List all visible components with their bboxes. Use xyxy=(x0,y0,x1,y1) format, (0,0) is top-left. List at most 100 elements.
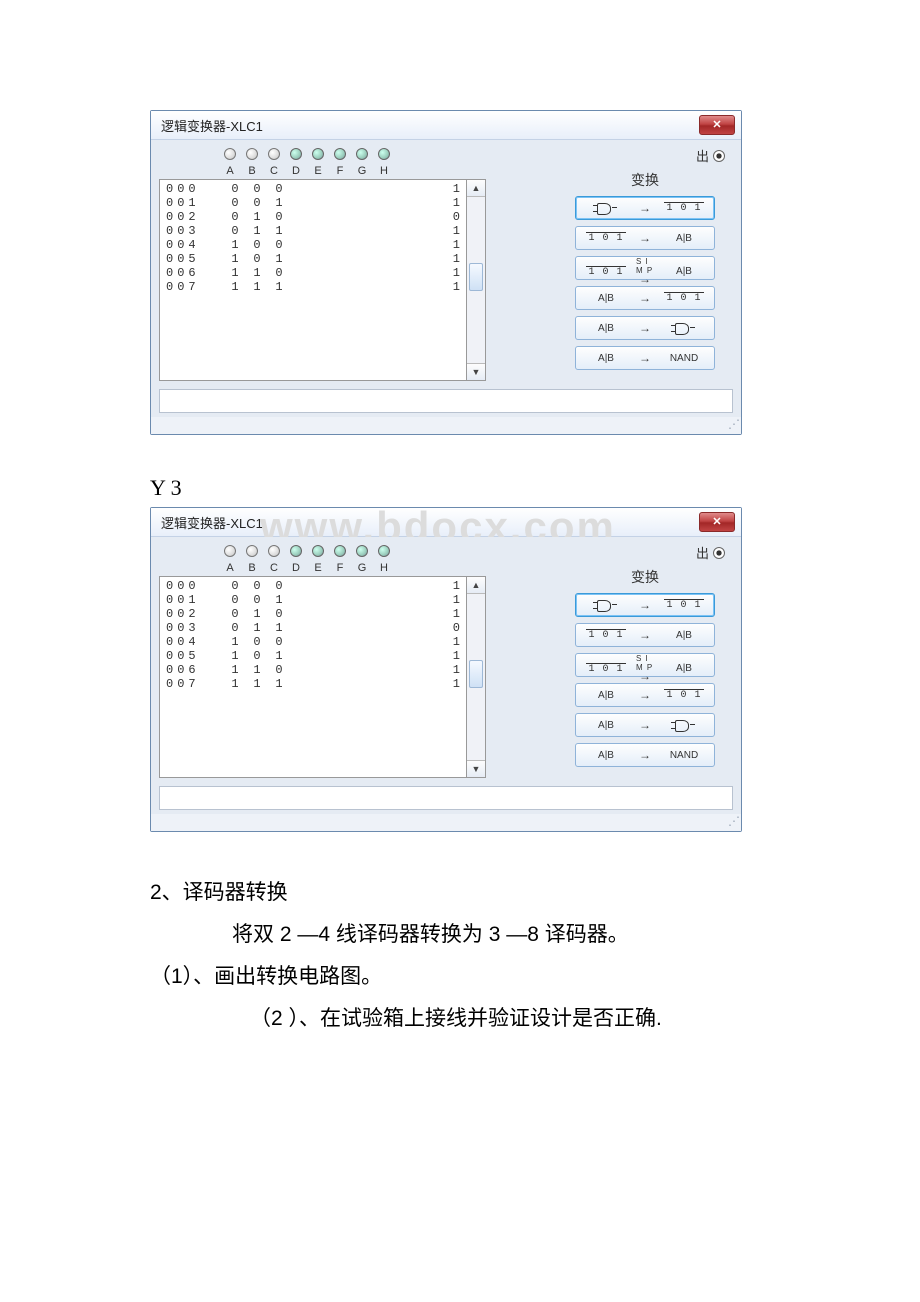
input-led-c[interactable] xyxy=(268,148,280,160)
column-header-b: B xyxy=(241,165,263,177)
input-led-b[interactable] xyxy=(246,148,258,160)
row-index: 000 xyxy=(166,182,220,196)
row-output: 1 xyxy=(436,663,466,677)
truth-table-icon: 1 0 1 xyxy=(586,629,625,641)
ab-to-gate-button[interactable]: A|B→ xyxy=(575,713,715,737)
row-output: 1 xyxy=(436,579,466,593)
output-led xyxy=(713,547,725,559)
output-label: 出 xyxy=(696,543,725,562)
input-led-f[interactable] xyxy=(334,148,346,160)
scroll-track[interactable] xyxy=(467,594,485,760)
resize-grip[interactable]: ⋰ xyxy=(151,814,741,831)
titlebar[interactable]: 逻辑变换器-XLC1 ✕ xyxy=(151,508,741,537)
output-label: 出 xyxy=(696,146,725,165)
table-row: 100 xyxy=(224,238,436,252)
row-index-column: 000001002003004005006007 xyxy=(159,179,224,381)
expression-icon: A|B xyxy=(598,690,614,701)
column-header-h: H xyxy=(373,165,395,177)
column-header-b: B xyxy=(241,562,263,574)
input-led-e[interactable] xyxy=(312,545,324,557)
body-line-2: 将双 2 —4 线译码器转换为 3 —8 译码器。 xyxy=(150,914,770,956)
column-header-c: C xyxy=(263,165,285,177)
input-led-a[interactable] xyxy=(224,545,236,557)
output-led xyxy=(713,150,725,162)
truth-table-icon: 1 0 1 xyxy=(664,599,703,611)
ab-to-gate-button[interactable]: A|B→ xyxy=(575,316,715,340)
resize-grip[interactable]: ⋰ xyxy=(151,417,741,434)
row-output: 0 xyxy=(436,621,466,635)
expression-icon: A|B xyxy=(676,233,692,244)
input-led-h[interactable] xyxy=(378,148,390,160)
close-button[interactable]: ✕ xyxy=(699,115,735,135)
scroll-thumb[interactable] xyxy=(469,660,483,688)
truth-table-icon: 1 0 1 xyxy=(586,232,625,244)
column-header-e: E xyxy=(307,562,329,574)
row-index: 004 xyxy=(166,635,220,649)
truth-simp-ab-button[interactable]: 1 0 1S I M P→A|B xyxy=(575,256,715,280)
row-index: 005 xyxy=(166,649,220,663)
table-row: 000 xyxy=(224,182,436,196)
expression-icon: A|B xyxy=(676,663,692,674)
input-led-g[interactable] xyxy=(356,545,368,557)
input-led-a[interactable] xyxy=(224,148,236,160)
truth-table-icon: 1 0 1 xyxy=(586,663,625,675)
truth-to-ab-button[interactable]: 1 0 1→A|B xyxy=(575,226,715,250)
titlebar-text: 逻辑变换器-XLC1 xyxy=(161,116,699,135)
row-index-column: 000001002003004005006007 xyxy=(159,576,224,778)
row-index: 006 xyxy=(166,663,220,677)
gate-icon xyxy=(673,719,695,731)
nand-label: NAND xyxy=(670,353,698,364)
input-led-b[interactable] xyxy=(246,545,258,557)
scroll-up-arrow[interactable]: ▲ xyxy=(467,180,485,197)
input-led-e[interactable] xyxy=(312,148,324,160)
input-led-h[interactable] xyxy=(378,545,390,557)
input-led-d[interactable] xyxy=(290,545,302,557)
input-leds-row xyxy=(159,148,537,163)
data-columns: 000001010011100101110111 xyxy=(224,576,436,778)
input-led-d[interactable] xyxy=(290,148,302,160)
tt-to-truth-button[interactable]: →1 0 1 xyxy=(575,593,715,617)
section-label-y3: Y 3 xyxy=(150,475,770,501)
input-led-g[interactable] xyxy=(356,148,368,160)
expression-icon: A|B xyxy=(598,293,614,304)
input-led-f[interactable] xyxy=(334,545,346,557)
scroll-thumb[interactable] xyxy=(469,263,483,291)
body-line-3: （1）、画出转换电路图。 xyxy=(150,956,770,998)
expression-icon: A|B xyxy=(598,720,614,731)
expression-input[interactable] xyxy=(159,389,733,413)
scrollbar[interactable]: ▲ ▼ xyxy=(467,576,486,778)
ab-to-nand-button[interactable]: A|B→NAND xyxy=(575,743,715,767)
scroll-down-arrow[interactable]: ▼ xyxy=(467,363,485,380)
column-header-f: F xyxy=(329,562,351,574)
row-index: 001 xyxy=(166,593,220,607)
column-header-e: E xyxy=(307,165,329,177)
ab-to-truth-button[interactable]: A|B→1 0 1 xyxy=(575,683,715,707)
scroll-up-arrow[interactable]: ▲ xyxy=(467,577,485,594)
row-index: 003 xyxy=(166,224,220,238)
truth-table-icon: 1 0 1 xyxy=(586,266,625,278)
titlebar[interactable]: 逻辑变换器-XLC1 ✕ xyxy=(151,111,741,140)
truth-simp-ab-button[interactable]: 1 0 1S I M P→A|B xyxy=(575,653,715,677)
truth-table-icon: 1 0 1 xyxy=(664,292,703,304)
expression-icon: A|B xyxy=(598,353,614,364)
scroll-down-arrow[interactable]: ▼ xyxy=(467,760,485,777)
input-led-c[interactable] xyxy=(268,545,280,557)
expression-input[interactable] xyxy=(159,786,733,810)
table-row: 110 xyxy=(224,266,436,280)
ab-to-nand-button[interactable]: A|B→NAND xyxy=(575,346,715,370)
column-header-c: C xyxy=(263,562,285,574)
scroll-track[interactable] xyxy=(467,197,485,363)
body-line-4: （2 ）、在试验箱上接线并验证设计是否正确. xyxy=(150,998,770,1040)
truth-table-icon: 1 0 1 xyxy=(664,689,703,701)
tt-to-truth-button[interactable]: →1 0 1 xyxy=(575,196,715,220)
truth-to-ab-button[interactable]: 1 0 1→A|B xyxy=(575,623,715,647)
close-button[interactable]: ✕ xyxy=(699,512,735,532)
row-output: 1 xyxy=(436,649,466,663)
table-row: 001 xyxy=(224,593,436,607)
scrollbar[interactable]: ▲ ▼ xyxy=(467,179,486,381)
logic-converter-dialog: 逻辑变换器-XLC1 ✕ ABCDEFGH 000001002003004005… xyxy=(150,507,742,832)
ab-to-truth-button[interactable]: A|B→1 0 1 xyxy=(575,286,715,310)
table-row: 101 xyxy=(224,649,436,663)
row-output: 1 xyxy=(436,593,466,607)
nand-label: NAND xyxy=(670,750,698,761)
